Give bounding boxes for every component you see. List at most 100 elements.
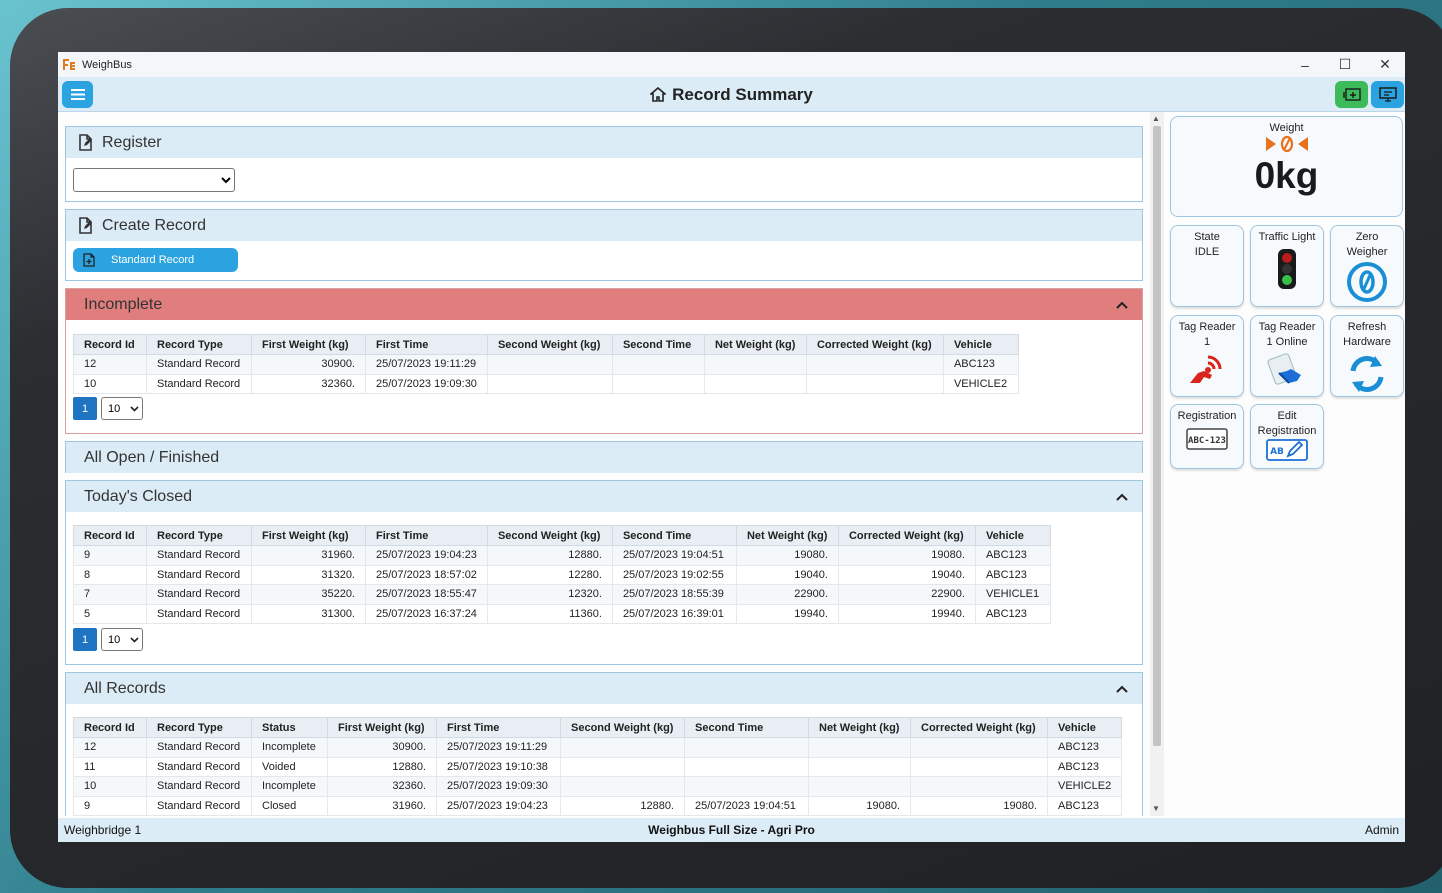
- incomplete-title: Incomplete: [84, 295, 163, 313]
- column-header[interactable]: First Time: [365, 334, 488, 355]
- column-header[interactable]: Second Time: [611, 525, 737, 546]
- table-cell: 10: [73, 776, 147, 797]
- table-cell: 25/07/2023 16:37:24: [365, 603, 488, 624]
- table-row[interactable]: 9 Standard Record 31960. 25/07/2023 19:04:2…: [73, 545, 1051, 566]
- page-title: Record Summary: [58, 77, 1405, 112]
- column-header[interactable]: Record Id: [73, 525, 147, 546]
- table-row[interactable]: 12 Standard Record Incomplete 30900. 25/07/2…: [73, 737, 1123, 758]
- column-header[interactable]: Record Id: [73, 717, 147, 738]
- column-header[interactable]: Second Weight (kg): [486, 525, 613, 546]
- column-header[interactable]: First Time: [365, 525, 488, 546]
- table-cell: 25/07/2023 19:04:51: [611, 545, 737, 566]
- zero-center-icon: [1171, 135, 1402, 153]
- table-cell: 35220.: [251, 584, 366, 605]
- table-cell: [703, 373, 807, 394]
- table-row[interactable]: 9 Standard Record Closed 31960. 25/07/2023 1…: [73, 795, 1123, 816]
- table-cell: 11360.: [486, 603, 613, 624]
- column-header[interactable]: Vehicle: [974, 525, 1051, 546]
- column-header[interactable]: Net Weight (kg): [703, 334, 807, 355]
- table-cell: 12880.: [486, 545, 613, 566]
- table-row[interactable]: 8 Standard Record 31320. 25/07/2023 18:57:0…: [73, 564, 1051, 585]
- column-header[interactable]: Record Type: [146, 334, 252, 355]
- table-row[interactable]: 11 Standard Record Voided 12880. 25/07/2023 …: [73, 756, 1123, 777]
- column-header[interactable]: Corrected Weight (kg): [837, 525, 976, 546]
- page-size-select[interactable]: 10: [101, 397, 143, 420]
- page-1-button[interactable]: 1: [73, 628, 97, 651]
- column-header[interactable]: Net Weight (kg): [735, 525, 839, 546]
- column-header[interactable]: Status: [251, 717, 328, 738]
- column-header[interactable]: Vehicle: [942, 334, 1019, 355]
- create-record-title: Create Record: [102, 216, 207, 234]
- column-header[interactable]: First Weight (kg): [251, 525, 366, 546]
- table-cell: ABC123: [974, 564, 1051, 585]
- scroll-down-icon[interactable]: ▼: [1152, 804, 1160, 813]
- refresh-hardware-tile[interactable]: Refresh Hardware: [1330, 315, 1404, 397]
- display-button[interactable]: [1371, 81, 1404, 108]
- close-button[interactable]: ✕: [1365, 52, 1405, 77]
- column-header[interactable]: Corrected Weight (kg): [805, 334, 944, 355]
- main-scrollbar[interactable]: ▲ ▼: [1150, 112, 1164, 816]
- toggle-view-button[interactable]: [1335, 81, 1368, 108]
- table-cell: Standard Record: [146, 354, 252, 375]
- column-header[interactable]: Second Weight (kg): [486, 334, 613, 355]
- status-right: Admin: [1364, 823, 1399, 837]
- main-content[interactable]: Register Create Record Standard Record I…: [58, 112, 1153, 816]
- page-size-value: 10: [108, 402, 121, 415]
- chevron-down-icon: [130, 405, 139, 412]
- table-cell: Standard Record: [146, 603, 252, 624]
- chevron-up-icon[interactable]: [1116, 685, 1128, 693]
- column-header[interactable]: First Weight (kg): [327, 717, 437, 738]
- table-cell: ABC123: [974, 545, 1051, 566]
- minimize-button[interactable]: –: [1285, 52, 1325, 77]
- table-cell: Standard Record: [146, 373, 252, 394]
- all-open-panel[interactable]: All Open / Finished: [65, 441, 1143, 473]
- column-header[interactable]: Record Id: [73, 334, 147, 355]
- column-header[interactable]: First Time: [436, 717, 561, 738]
- tag-reader-online-label: Tag Reader: [1258, 321, 1316, 333]
- table-cell: Standard Record: [146, 564, 252, 585]
- table-cell: 31300.: [251, 603, 366, 624]
- scroll-thumb[interactable]: [1153, 126, 1161, 746]
- column-header[interactable]: Net Weight (kg): [808, 717, 911, 738]
- table-cell: [808, 756, 911, 777]
- column-header[interactable]: Record Type: [146, 525, 252, 546]
- table-cell: [684, 737, 809, 758]
- tag-reader-online-label-2: 1 Online: [1266, 336, 1308, 348]
- traffic-light-tile[interactable]: Traffic Light: [1250, 225, 1324, 307]
- all-open-header[interactable]: All Open / Finished: [66, 442, 1142, 473]
- table-row[interactable]: 10 Standard Record 32360. 25/07/2023 19:09:…: [73, 373, 1019, 394]
- todays-closed-panel: Today's Closed Record Id Record Type First…: [65, 480, 1143, 665]
- tag-reader-online-tile[interactable]: Tag Reader 1 Online: [1250, 315, 1324, 397]
- column-header[interactable]: Second Time: [684, 717, 809, 738]
- column-header[interactable]: Second Weight (kg): [560, 717, 685, 738]
- incomplete-header[interactable]: Incomplete: [66, 289, 1142, 320]
- column-header[interactable]: Corrected Weight (kg): [910, 717, 1048, 738]
- table-row[interactable]: 5 Standard Record 31300. 25/07/2023 16:37:2…: [73, 603, 1051, 624]
- table-cell: 19040.: [837, 564, 976, 585]
- standard-record-button[interactable]: Standard Record: [73, 248, 238, 272]
- column-header[interactable]: First Weight (kg): [251, 334, 366, 355]
- todays-closed-header[interactable]: Today's Closed: [66, 481, 1142, 512]
- page-size-select[interactable]: 10: [101, 628, 143, 651]
- zero-weigher-tile[interactable]: Zero Weigher: [1330, 225, 1404, 307]
- table-cell: ABC123: [1046, 737, 1123, 758]
- all-records-header[interactable]: All Records: [66, 673, 1142, 704]
- tag-reader-label-2: 1: [1203, 336, 1211, 348]
- registration-tile[interactable]: Registration ABC-123: [1170, 404, 1244, 469]
- table-row[interactable]: 7 Standard Record 35220. 25/07/2023 18:55:4…: [73, 584, 1051, 605]
- edit-registration-tile[interactable]: Edit Registration AB: [1250, 404, 1324, 469]
- chevron-up-icon[interactable]: [1116, 301, 1128, 309]
- column-header[interactable]: Record Type: [146, 717, 252, 738]
- column-header[interactable]: Vehicle: [1046, 717, 1123, 738]
- table-cell: [611, 373, 705, 394]
- scroll-up-icon[interactable]: ▲: [1152, 114, 1160, 123]
- table-row[interactable]: 12 Standard Record 30900. 25/07/2023 19:11:…: [73, 354, 1019, 375]
- table-row[interactable]: 10 Standard Record Incomplete 32360. 25/07/2…: [73, 776, 1123, 797]
- table-cell: VEHICLE1: [974, 584, 1051, 605]
- tag-reader-tile[interactable]: Tag Reader 1: [1170, 315, 1244, 397]
- chevron-up-icon[interactable]: [1116, 493, 1128, 501]
- maximize-button[interactable]: ☐: [1325, 52, 1365, 77]
- register-select[interactable]: [73, 168, 235, 192]
- page-1-button[interactable]: 1: [73, 397, 97, 420]
- column-header[interactable]: Second Time: [611, 334, 705, 355]
